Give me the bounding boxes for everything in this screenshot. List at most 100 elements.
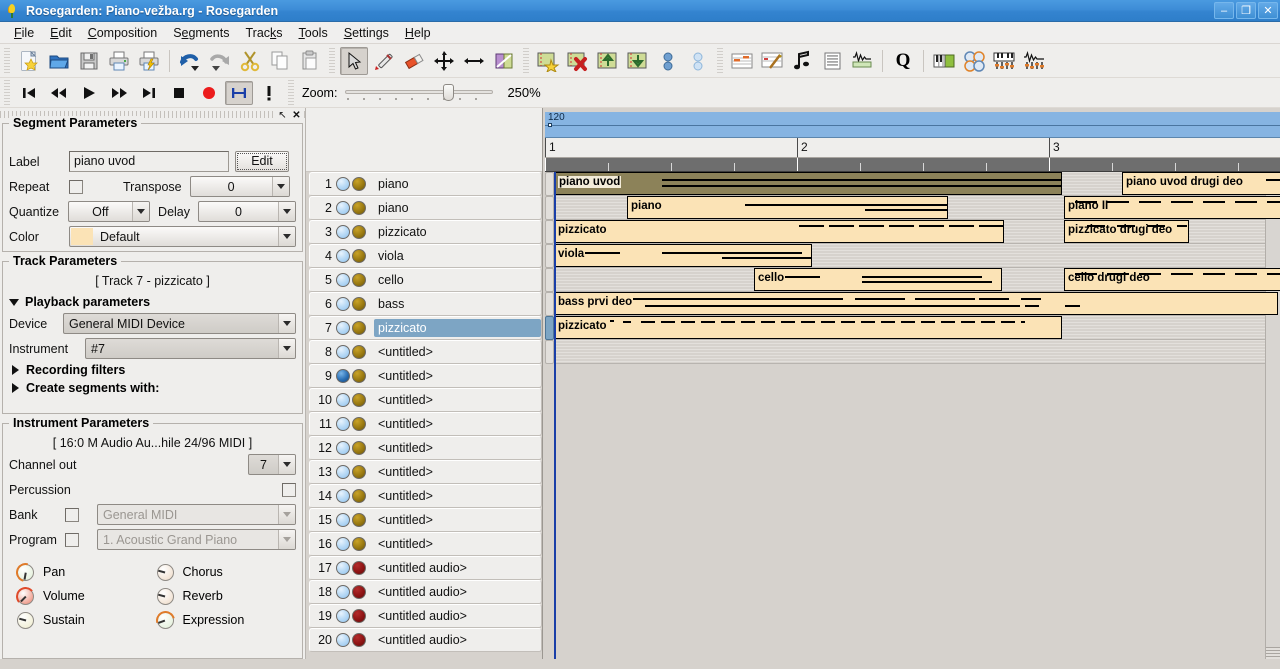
new-file-icon[interactable] [15, 47, 43, 75]
rewind-to-start-button[interactable] [15, 81, 43, 105]
midi-keyboard-icon[interactable] [930, 47, 958, 75]
record-led-icon[interactable] [336, 561, 350, 575]
repeat-checkbox[interactable] [69, 179, 83, 194]
percussion-matrix-icon[interactable] [758, 47, 786, 75]
track-mini-button[interactable] [545, 292, 554, 316]
erase-icon[interactable] [400, 47, 428, 75]
undo-icon[interactable] [176, 47, 204, 75]
track-name[interactable]: <untitled audio> [374, 559, 541, 577]
track-row[interactable]: 4 viola [309, 244, 542, 268]
save-file-icon[interactable] [75, 47, 103, 75]
print-preview-icon[interactable] [135, 47, 163, 75]
record-led-icon[interactable] [336, 441, 350, 455]
record-led-icon[interactable] [336, 345, 350, 359]
track-name[interactable]: pizzicato [374, 319, 541, 337]
record-led-icon[interactable] [336, 585, 350, 599]
segment-block[interactable]: pizzicato [554, 220, 1004, 243]
track-name[interactable]: <untitled audio> [374, 631, 541, 649]
forward-to-end-button[interactable] [135, 81, 163, 105]
record-led-icon[interactable] [336, 513, 350, 527]
mute-dots-icon[interactable] [654, 47, 682, 75]
record-led-icon[interactable] [336, 369, 350, 383]
scroll-track[interactable] [1266, 187, 1280, 647]
record-led-icon[interactable] [336, 489, 350, 503]
record-button[interactable] [195, 81, 223, 105]
segment-block[interactable]: cello drugi deo [1064, 268, 1280, 291]
segment-rows[interactable]: piano uvod piano pizzicato viola cello bass p… [554, 172, 1280, 659]
bank-checkbox[interactable] [65, 507, 79, 522]
tools-toolbar-grip[interactable] [328, 47, 336, 74]
chevron-down-icon[interactable] [271, 177, 289, 196]
chevron-down-icon[interactable] [278, 227, 295, 246]
play-button[interactable] [75, 81, 103, 105]
record-led-icon[interactable] [336, 297, 350, 311]
playhead[interactable] [554, 172, 556, 659]
close-button[interactable]: ✕ [1258, 2, 1278, 19]
segment-label-input[interactable]: piano uvod [69, 151, 229, 172]
track-name[interactable]: <untitled audio> [374, 607, 541, 625]
record-led-icon[interactable] [336, 225, 350, 239]
track-row[interactable]: 19 <untitled audio> [309, 604, 542, 628]
track-name[interactable]: pizzicato [374, 223, 541, 241]
redo-icon[interactable] [206, 47, 234, 75]
track-name[interactable]: cello [374, 271, 541, 289]
mute-led-icon[interactable] [352, 417, 366, 431]
menu-settings[interactable]: Settings [336, 24, 397, 42]
segment-track-row[interactable] [554, 340, 1265, 364]
solo-dots-icon[interactable] [684, 47, 712, 75]
mute-led-icon[interactable] [352, 225, 366, 239]
chevron-down-icon[interactable] [132, 202, 150, 221]
mute-led-icon[interactable] [352, 249, 366, 263]
chevron-down-icon[interactable] [278, 530, 295, 549]
mute-led-icon[interactable] [352, 297, 366, 311]
cut-icon[interactable] [236, 47, 264, 75]
track-name[interactable]: piano [374, 199, 541, 217]
canvas-vertical-scrollbar[interactable] [1265, 172, 1280, 659]
track-mini-button[interactable] [545, 244, 554, 268]
add-track-icon[interactable] [534, 47, 562, 75]
track-row[interactable]: 6 bass [309, 292, 542, 316]
zoom-grip[interactable] [287, 79, 295, 106]
copy-icon[interactable] [266, 47, 294, 75]
track-row[interactable]: 15 <untitled> [309, 508, 542, 532]
chevron-down-icon[interactable] [278, 455, 295, 474]
track-row[interactable]: 1 piano [309, 172, 542, 196]
record-led-icon[interactable] [336, 633, 350, 647]
dock-close-icon[interactable]: ✕ [290, 109, 303, 121]
record-led-icon[interactable] [336, 417, 350, 431]
select-pointer-icon[interactable] [340, 46, 368, 75]
editor-toolbar-grip[interactable] [716, 47, 724, 74]
segment-block[interactable]: piano [627, 196, 948, 219]
segment-block[interactable]: pizzicato drugi deo [1064, 220, 1189, 243]
rewind-button[interactable] [45, 81, 73, 105]
track-list[interactable]: 1 piano 2 piano 3 pizzicato 4 viola 5 cello 6 bass 7… [306, 172, 542, 659]
track-name[interactable]: <untitled> [374, 415, 541, 433]
menu-tracks[interactable]: Tracks [237, 24, 290, 42]
fast-forward-button[interactable] [105, 81, 133, 105]
device-combo[interactable]: General MIDI Device [63, 313, 296, 334]
track-row[interactable]: 12 <untitled> [309, 436, 542, 460]
segment-block[interactable]: piano II [1064, 196, 1280, 219]
mute-led-icon[interactable] [352, 201, 366, 215]
stop-button[interactable] [165, 81, 193, 105]
track-row[interactable]: 11 <untitled> [309, 412, 542, 436]
mute-led-icon[interactable] [352, 585, 366, 599]
menu-tools[interactable]: Tools [291, 24, 336, 42]
track-row[interactable]: 13 <untitled> [309, 460, 542, 484]
track-row[interactable]: 18 <untitled audio> [309, 580, 542, 604]
expression-knob[interactable] [152, 607, 178, 633]
segment-block[interactable]: piano uvod [554, 172, 1062, 195]
percussion-checkbox[interactable] [282, 482, 296, 497]
move-track-up-icon[interactable] [594, 47, 622, 75]
track-name[interactable]: <untitled> [374, 463, 541, 481]
track-name[interactable]: <untitled audio> [374, 583, 541, 601]
color-combo[interactable]: Default [69, 226, 296, 247]
track-row[interactable]: 2 piano [309, 196, 542, 220]
track-name[interactable]: bass [374, 295, 541, 313]
segment-block[interactable]: viola [554, 244, 812, 267]
panic-button[interactable] [255, 81, 283, 105]
record-led-icon[interactable] [336, 537, 350, 551]
print-icon[interactable] [105, 47, 133, 75]
chorus-knob[interactable] [156, 563, 174, 581]
bar-ruler[interactable]: 123 [545, 138, 1280, 158]
